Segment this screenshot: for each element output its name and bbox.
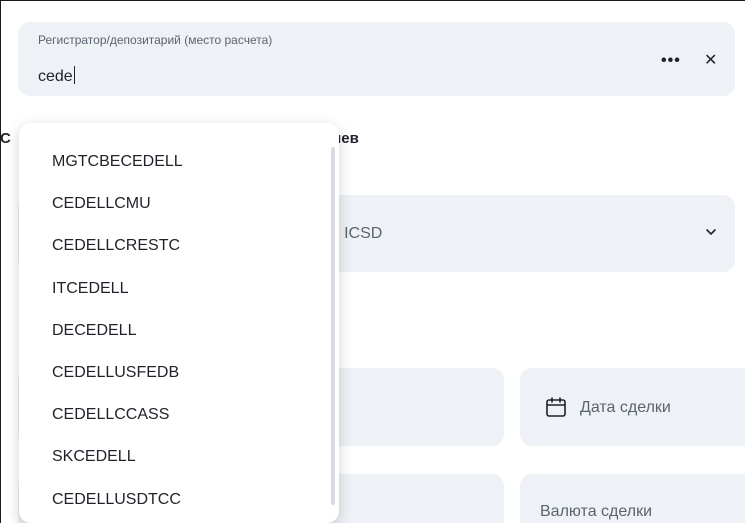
close-icon[interactable]: ✕ <box>704 50 717 70</box>
suggestion-item[interactable]: CEDELLUSDTCC <box>19 479 331 521</box>
suggestion-item[interactable]: SKCEDELL <box>19 436 331 478</box>
trade-date-field[interactable]: Дата сделки <box>520 368 745 446</box>
text-caret <box>73 66 75 84</box>
frame-border-top <box>0 0 745 1</box>
suggestion-item[interactable]: CEDELLCRESTC <box>19 225 331 267</box>
trade-date-label: Дата сделки <box>580 399 671 416</box>
trade-currency-field[interactable]: Валюта сделки <box>520 474 745 523</box>
chevron-down-icon <box>706 229 716 235</box>
calendar-icon <box>546 397 566 417</box>
suggestion-item[interactable]: MGTCBECEDELL <box>19 141 331 183</box>
suggestion-item[interactable]: DECEDELL <box>19 310 331 352</box>
dropdown-scrollbar[interactable] <box>331 147 335 505</box>
frame-border-left <box>0 0 1 523</box>
suggestion-item[interactable]: ITCEDELL <box>19 268 331 310</box>
suggestion-item[interactable]: CEDELLCMU <box>19 183 331 225</box>
registrar-depository-field[interactable]: Регистратор/депозитарий (место расчета) … <box>18 22 735 96</box>
section-heading-lead: С <box>0 130 11 147</box>
suggestion-item[interactable]: CEDELLUSFEDB <box>19 352 331 394</box>
suggestions-list: MGTCBECEDELL CEDELLCMU CEDELLCRESTC ITCE… <box>19 123 331 521</box>
suggestion-item[interactable]: CEDELLCCASS <box>19 394 331 436</box>
trade-currency-label: Валюта сделки <box>540 503 653 520</box>
more-dots-icon[interactable]: ••• <box>661 52 681 70</box>
registrar-suggestions-dropdown: MGTCBECEDELL CEDELLCMU CEDELLCRESTC ITCE… <box>19 123 339 523</box>
registrar-depository-input[interactable]: cede <box>38 66 75 86</box>
registrar-depository-value: cede <box>38 68 73 85</box>
registrar-depository-label: Регистратор/депозитарий (место расчета) <box>38 33 273 47</box>
